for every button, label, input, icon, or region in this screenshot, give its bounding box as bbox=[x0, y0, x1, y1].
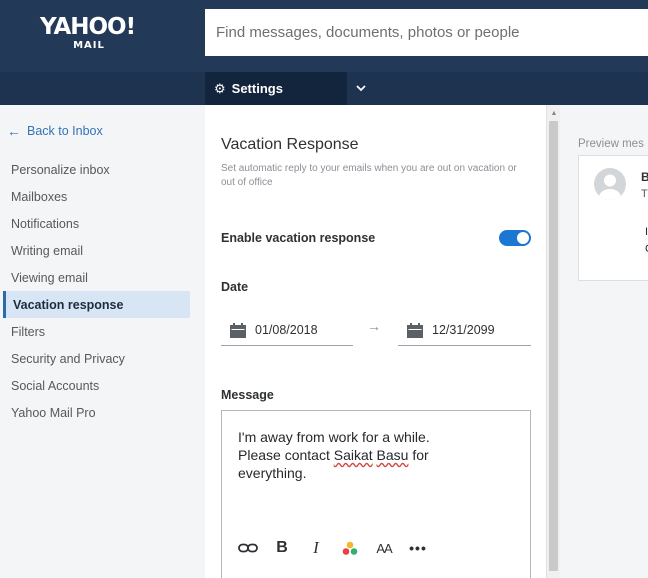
avatar bbox=[594, 168, 626, 200]
arrow-right-icon: → bbox=[367, 318, 381, 334]
vacation-response-panel: Vacation Response Set automatic reply to… bbox=[205, 105, 546, 578]
sidebar-item-vacation-response[interactable]: Vacation response bbox=[3, 291, 190, 318]
link-icon bbox=[238, 543, 258, 553]
bold-icon: B bbox=[276, 539, 288, 556]
sidebar-item-label: Personalize inbox bbox=[11, 162, 110, 177]
message-label: Message bbox=[221, 388, 274, 402]
settings-tab-label: Settings bbox=[231, 81, 283, 96]
font-size-button[interactable]: AA bbox=[367, 538, 401, 558]
editor-toolbar: B I AA ••• bbox=[231, 538, 435, 558]
spellcheck-word: Basu bbox=[376, 447, 409, 463]
sidebar-item-label: Writing email bbox=[11, 243, 84, 258]
sidebar-item-social-accounts[interactable]: Social Accounts bbox=[3, 372, 190, 399]
chevron-down-icon bbox=[356, 85, 366, 92]
sidebar-item-label: Mailboxes bbox=[11, 189, 68, 204]
sidebar-item-personalize-inbox[interactable]: Personalize inbox bbox=[3, 156, 190, 183]
end-date-value: 12/31/2099 bbox=[432, 323, 495, 337]
scroll-up-arrow-icon[interactable]: ▲ bbox=[548, 109, 560, 119]
preview-recipient: T bbox=[641, 188, 648, 200]
sidebar-item-label: Social Accounts bbox=[11, 378, 100, 393]
logo-subtext: MAIL bbox=[73, 40, 105, 51]
message-editor[interactable]: I'm away from work for a while. Please c… bbox=[221, 410, 531, 578]
search-input[interactable] bbox=[205, 9, 648, 56]
sidebar-item-security-and-privacy[interactable]: Security and Privacy bbox=[3, 345, 190, 372]
start-date-field[interactable]: 01/08/2018 bbox=[221, 315, 353, 346]
back-to-inbox-link[interactable]: ← Back to Inbox bbox=[7, 123, 103, 139]
user-avatar-icon bbox=[599, 174, 621, 200]
message-line-2: Please contact Saikat Basu for bbox=[238, 447, 429, 463]
message-line-1: I'm away from work for a while. bbox=[238, 429, 430, 445]
sidebar-item-filters[interactable]: Filters bbox=[3, 318, 190, 345]
panel-description: Set automatic reply to your emails when … bbox=[221, 163, 517, 188]
enable-vacation-label: Enable vacation response bbox=[221, 231, 376, 245]
preview-message-card: B T I C bbox=[578, 155, 648, 281]
panel-scrollbar[interactable]: ▲ bbox=[546, 105, 560, 578]
sidebar-item-writing-email[interactable]: Writing email bbox=[3, 237, 190, 264]
sidebar-item-label: Yahoo Mail Pro bbox=[11, 405, 96, 420]
insert-link-button[interactable] bbox=[231, 538, 265, 558]
arrow-left-icon: ← bbox=[7, 123, 21, 139]
sidebar-item-label: Notifications bbox=[11, 216, 80, 231]
settings-dropdown-button[interactable] bbox=[347, 72, 375, 105]
preview-sender: B bbox=[641, 170, 648, 184]
calendar-icon bbox=[407, 322, 423, 338]
sidebar-item-notifications[interactable]: Notifications bbox=[3, 210, 190, 237]
message-line-3: everything. bbox=[238, 465, 307, 481]
sidebar-item-viewing-email[interactable]: Viewing email bbox=[3, 264, 190, 291]
spellcheck-word: Saikat bbox=[333, 447, 373, 463]
preview-label: Preview mes bbox=[578, 138, 644, 150]
sidebar-item-label: Security and Privacy bbox=[11, 351, 125, 366]
calendar-icon bbox=[230, 322, 246, 338]
more-options-button[interactable]: ••• bbox=[401, 538, 435, 558]
date-label: Date bbox=[221, 280, 249, 294]
sidebar-item-label: Filters bbox=[11, 324, 46, 339]
more-dots-icon: ••• bbox=[409, 540, 427, 556]
gear-icon: ⚙ bbox=[214, 80, 226, 96]
sidebar-item-label: Vacation response bbox=[13, 297, 124, 312]
font-size-icon: AA bbox=[376, 540, 392, 556]
color-palette-icon bbox=[342, 541, 358, 555]
sidebar-item-mailboxes[interactable]: Mailboxes bbox=[3, 183, 190, 210]
sidebar-item-yahoo-mail-pro[interactable]: Yahoo Mail Pro bbox=[3, 399, 190, 426]
italic-icon: I bbox=[313, 538, 319, 557]
toggle-knob bbox=[517, 232, 529, 244]
end-date-field[interactable]: 12/31/2099 bbox=[398, 315, 531, 346]
enable-vacation-toggle[interactable] bbox=[499, 230, 531, 246]
settings-sidebar: ← Back to Inbox Personalize inbox Mailbo… bbox=[0, 105, 205, 578]
back-to-inbox-label: Back to Inbox bbox=[27, 124, 103, 138]
bold-button[interactable]: B bbox=[265, 538, 299, 558]
message-text[interactable]: I'm away from work for a while. Please c… bbox=[238, 428, 518, 482]
scroll-thumb[interactable] bbox=[549, 121, 558, 571]
settings-tab[interactable]: ⚙ Settings bbox=[205, 72, 347, 105]
logo-wordmark: YAHOO! bbox=[40, 14, 136, 40]
sidebar-item-label: Viewing email bbox=[11, 270, 88, 285]
italic-button[interactable]: I bbox=[299, 538, 333, 558]
panel-title: Vacation Response bbox=[221, 136, 359, 153]
yahoo-mail-logo[interactable]: YAHOO! MAIL bbox=[40, 14, 136, 51]
top-header: YAHOO! MAIL bbox=[0, 0, 648, 72]
start-date-value: 01/08/2018 bbox=[255, 323, 318, 337]
text-color-button[interactable] bbox=[333, 538, 367, 558]
